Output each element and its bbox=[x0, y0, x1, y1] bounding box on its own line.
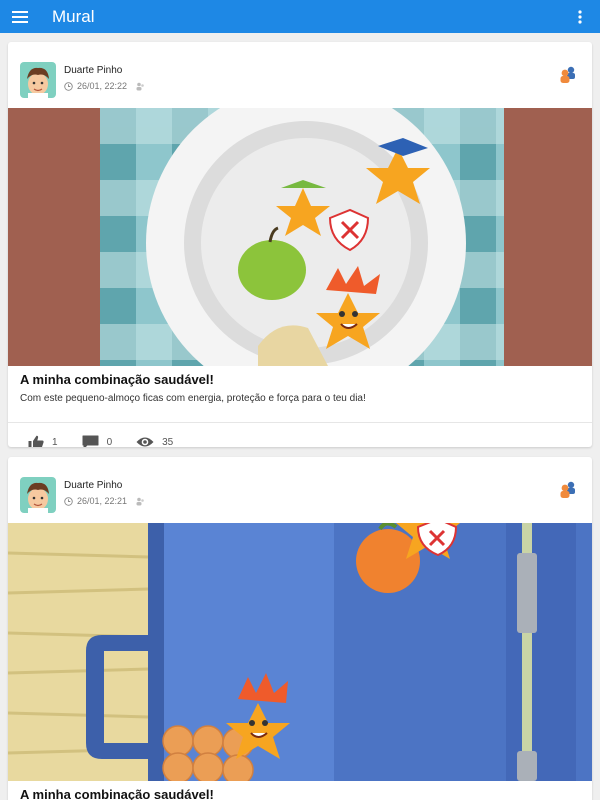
menu-button[interactable] bbox=[0, 0, 40, 33]
post-meta: 26/01, 22:21 bbox=[64, 496, 145, 506]
post-card[interactable]: Duarte Pinho 26/01, 22:22 A minha combin… bbox=[8, 42, 592, 447]
clock-icon bbox=[64, 496, 73, 506]
clock-icon bbox=[64, 81, 73, 91]
post-meta: 26/01, 22:22 bbox=[64, 81, 145, 91]
like-button[interactable]: 1 bbox=[28, 435, 58, 448]
more-options-button[interactable] bbox=[570, 7, 590, 27]
post-header: Duarte Pinho 26/01, 22:21 bbox=[8, 457, 592, 523]
view-count: 35 bbox=[162, 436, 174, 448]
post-image[interactable] bbox=[8, 523, 592, 781]
comment-count: 0 bbox=[106, 436, 113, 448]
comment-button[interactable]: 0 bbox=[82, 435, 113, 448]
post-image[interactable] bbox=[8, 108, 592, 366]
avatar[interactable] bbox=[20, 62, 56, 98]
post-title: A minha combinação saudável! bbox=[20, 372, 214, 387]
post-timestamp: 26/01, 22:22 bbox=[77, 81, 128, 91]
post-timestamp: 26/01, 22:21 bbox=[77, 496, 128, 506]
feed[interactable]: Duarte Pinho 26/01, 22:22 A minha combin… bbox=[0, 33, 600, 800]
group-icon[interactable] bbox=[558, 479, 578, 499]
comment-icon bbox=[82, 435, 99, 447]
post-author[interactable]: Duarte Pinho bbox=[64, 65, 122, 76]
post-title: A minha combinação saudável! bbox=[20, 787, 214, 800]
group-icon[interactable] bbox=[558, 64, 578, 84]
thumb-up-icon bbox=[28, 435, 44, 447]
hamburger-icon bbox=[12, 10, 28, 23]
post-card[interactable]: Duarte Pinho 26/01, 22:21 A minha combin… bbox=[8, 457, 592, 800]
page-title: Mural bbox=[52, 6, 95, 26]
avatar[interactable] bbox=[20, 477, 56, 513]
like-count: 1 bbox=[52, 436, 58, 448]
post-header: Duarte Pinho 26/01, 22:22 bbox=[8, 42, 592, 108]
app-bar: Mural bbox=[0, 0, 600, 33]
eye-icon bbox=[136, 437, 154, 447]
post-author[interactable]: Duarte Pinho bbox=[64, 480, 122, 491]
people-small-icon bbox=[136, 82, 144, 90]
more-vert-icon bbox=[578, 10, 582, 24]
people-small-icon bbox=[136, 497, 144, 505]
post-actions: 1 0 35 bbox=[8, 423, 592, 447]
views-indicator: 35 bbox=[136, 436, 173, 447]
post-text: Com este pequeno-almoço ficas com energi… bbox=[20, 393, 366, 404]
